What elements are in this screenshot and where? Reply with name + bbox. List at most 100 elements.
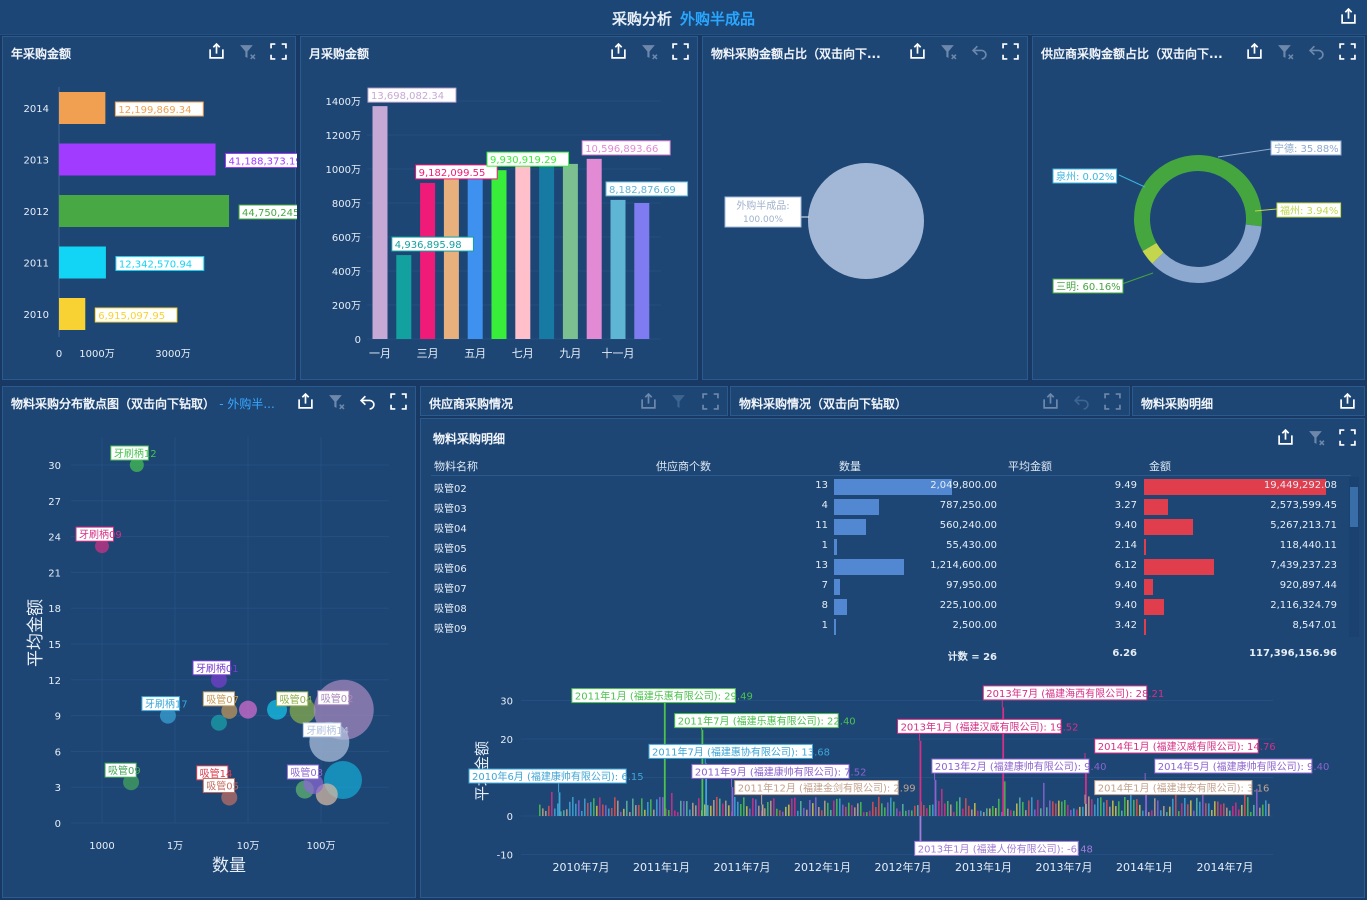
- bar: [707, 805, 709, 816]
- bar: [980, 810, 982, 816]
- panel-scatter: 物料采购分布散点图（双击向下钻取） - 外购半... 0 3 6 9 12 15 18 21 2…: [2, 386, 416, 898]
- bar: [1169, 806, 1171, 816]
- bar: [866, 812, 868, 816]
- point-label: 吸管07: [206, 693, 239, 706]
- bar: [587, 802, 589, 816]
- bar: [608, 808, 610, 816]
- fullscreen-icon[interactable]: [702, 393, 719, 410]
- bar: [887, 802, 889, 816]
- panel-detail-tab[interactable]: 物料采购明细: [1132, 386, 1365, 416]
- bar: [614, 797, 616, 816]
- bar: [914, 805, 916, 816]
- bar: [586, 158, 602, 339]
- filter-icon[interactable]: [671, 393, 688, 410]
- y-tick-label: 1400万: [326, 97, 361, 108]
- bar: [59, 143, 216, 176]
- bar: [575, 803, 577, 816]
- data-label: 2011年7月 (福建惠协有限公司): 13.68: [652, 745, 830, 758]
- bar: [698, 798, 700, 816]
- bar: [680, 800, 682, 816]
- bar: [1082, 806, 1084, 816]
- export-icon[interactable]: [1340, 8, 1357, 25]
- bar: [663, 702, 666, 816]
- bar: [917, 805, 919, 816]
- back-icon[interactable]: [1073, 393, 1090, 410]
- panel-supplier-tab[interactable]: 供应商采购情况: [420, 386, 728, 416]
- bar: [905, 810, 907, 816]
- bar: [782, 811, 784, 816]
- bar: [941, 788, 943, 816]
- bar: [581, 810, 583, 816]
- bar: [674, 810, 676, 816]
- y-tick-label: 2012: [24, 207, 49, 218]
- data-label: 2011年9月 (福建康帅有限公司): 7.52: [695, 765, 867, 778]
- bar: [1193, 810, 1195, 816]
- bar: [632, 798, 634, 816]
- y-tick-label: 600万: [332, 233, 361, 244]
- bar: [803, 807, 805, 816]
- y-tick-label: 2010: [24, 310, 49, 321]
- point-label: 吸管14: [200, 767, 233, 780]
- bar: [815, 797, 817, 816]
- x-tick-label: 2014年7月: [1197, 860, 1254, 874]
- panel-material-tab[interactable]: 物料采购情况（双击向下钻取）: [730, 386, 1130, 416]
- donut-slice: [1152, 224, 1262, 283]
- supplier-donut-chart: 三明: 60.16% 宁德: 35.88% 福州: 3.94% 泉州: 0.02%: [1052, 140, 1342, 294]
- bar: [1250, 811, 1252, 816]
- bar: [932, 804, 934, 816]
- bar: [710, 805, 712, 816]
- bar: [758, 805, 760, 816]
- label-line: [1217, 148, 1272, 158]
- x-tick-label: 100万: [306, 841, 335, 852]
- data-label: 44,750,245.54: [242, 208, 297, 219]
- point-label: 吸管09: [108, 764, 141, 777]
- data-label: 2013年1月 (福建汉威有限公司): 19.52: [901, 720, 1079, 733]
- bar: [779, 810, 781, 816]
- y-tick-label: 18: [48, 604, 61, 615]
- x-tick-label: 2013年1月: [955, 860, 1012, 874]
- bar: [1247, 797, 1249, 816]
- bar: [1076, 809, 1078, 816]
- bar: [884, 807, 886, 816]
- x-tick-label: 2012年7月: [875, 860, 932, 874]
- bar: [1109, 806, 1111, 816]
- bar: [1262, 804, 1264, 816]
- bar: [372, 106, 388, 339]
- bar: [986, 808, 988, 816]
- x-tick-label: 一月: [369, 347, 391, 360]
- bar: [1151, 810, 1153, 816]
- page-subtitle[interactable]: 外购半成品: [680, 10, 755, 28]
- point-label: 吸管04: [280, 693, 313, 706]
- bar: [668, 810, 670, 816]
- x-tick-label: 2012年1月: [794, 860, 851, 874]
- bar: [572, 796, 574, 816]
- bar: [659, 796, 661, 816]
- bar: [743, 797, 745, 816]
- bar: [1235, 802, 1237, 816]
- bar: [1028, 800, 1030, 816]
- bar: [569, 801, 571, 816]
- bar: [809, 799, 811, 816]
- bar: [776, 808, 778, 816]
- bar: [566, 809, 568, 816]
- bar: [911, 810, 913, 816]
- bar: [992, 806, 994, 816]
- bar: [773, 798, 775, 816]
- fullscreen-icon[interactable]: [1104, 393, 1121, 410]
- bar: [467, 169, 483, 339]
- export-icon[interactable]: [1339, 393, 1356, 410]
- bar: [602, 804, 604, 816]
- bar: [722, 803, 724, 816]
- bar: [770, 800, 772, 816]
- bar: [791, 798, 793, 816]
- x-tick-label: 七月: [512, 347, 534, 360]
- export-icon[interactable]: [1042, 393, 1059, 410]
- bar: [896, 808, 898, 816]
- bar: [1037, 799, 1039, 816]
- bar: [827, 802, 829, 816]
- export-icon[interactable]: [640, 393, 657, 410]
- bar: [1064, 800, 1066, 816]
- bar: [1241, 804, 1243, 816]
- bar: [1181, 803, 1183, 816]
- x-tick-label: 五月: [464, 347, 486, 360]
